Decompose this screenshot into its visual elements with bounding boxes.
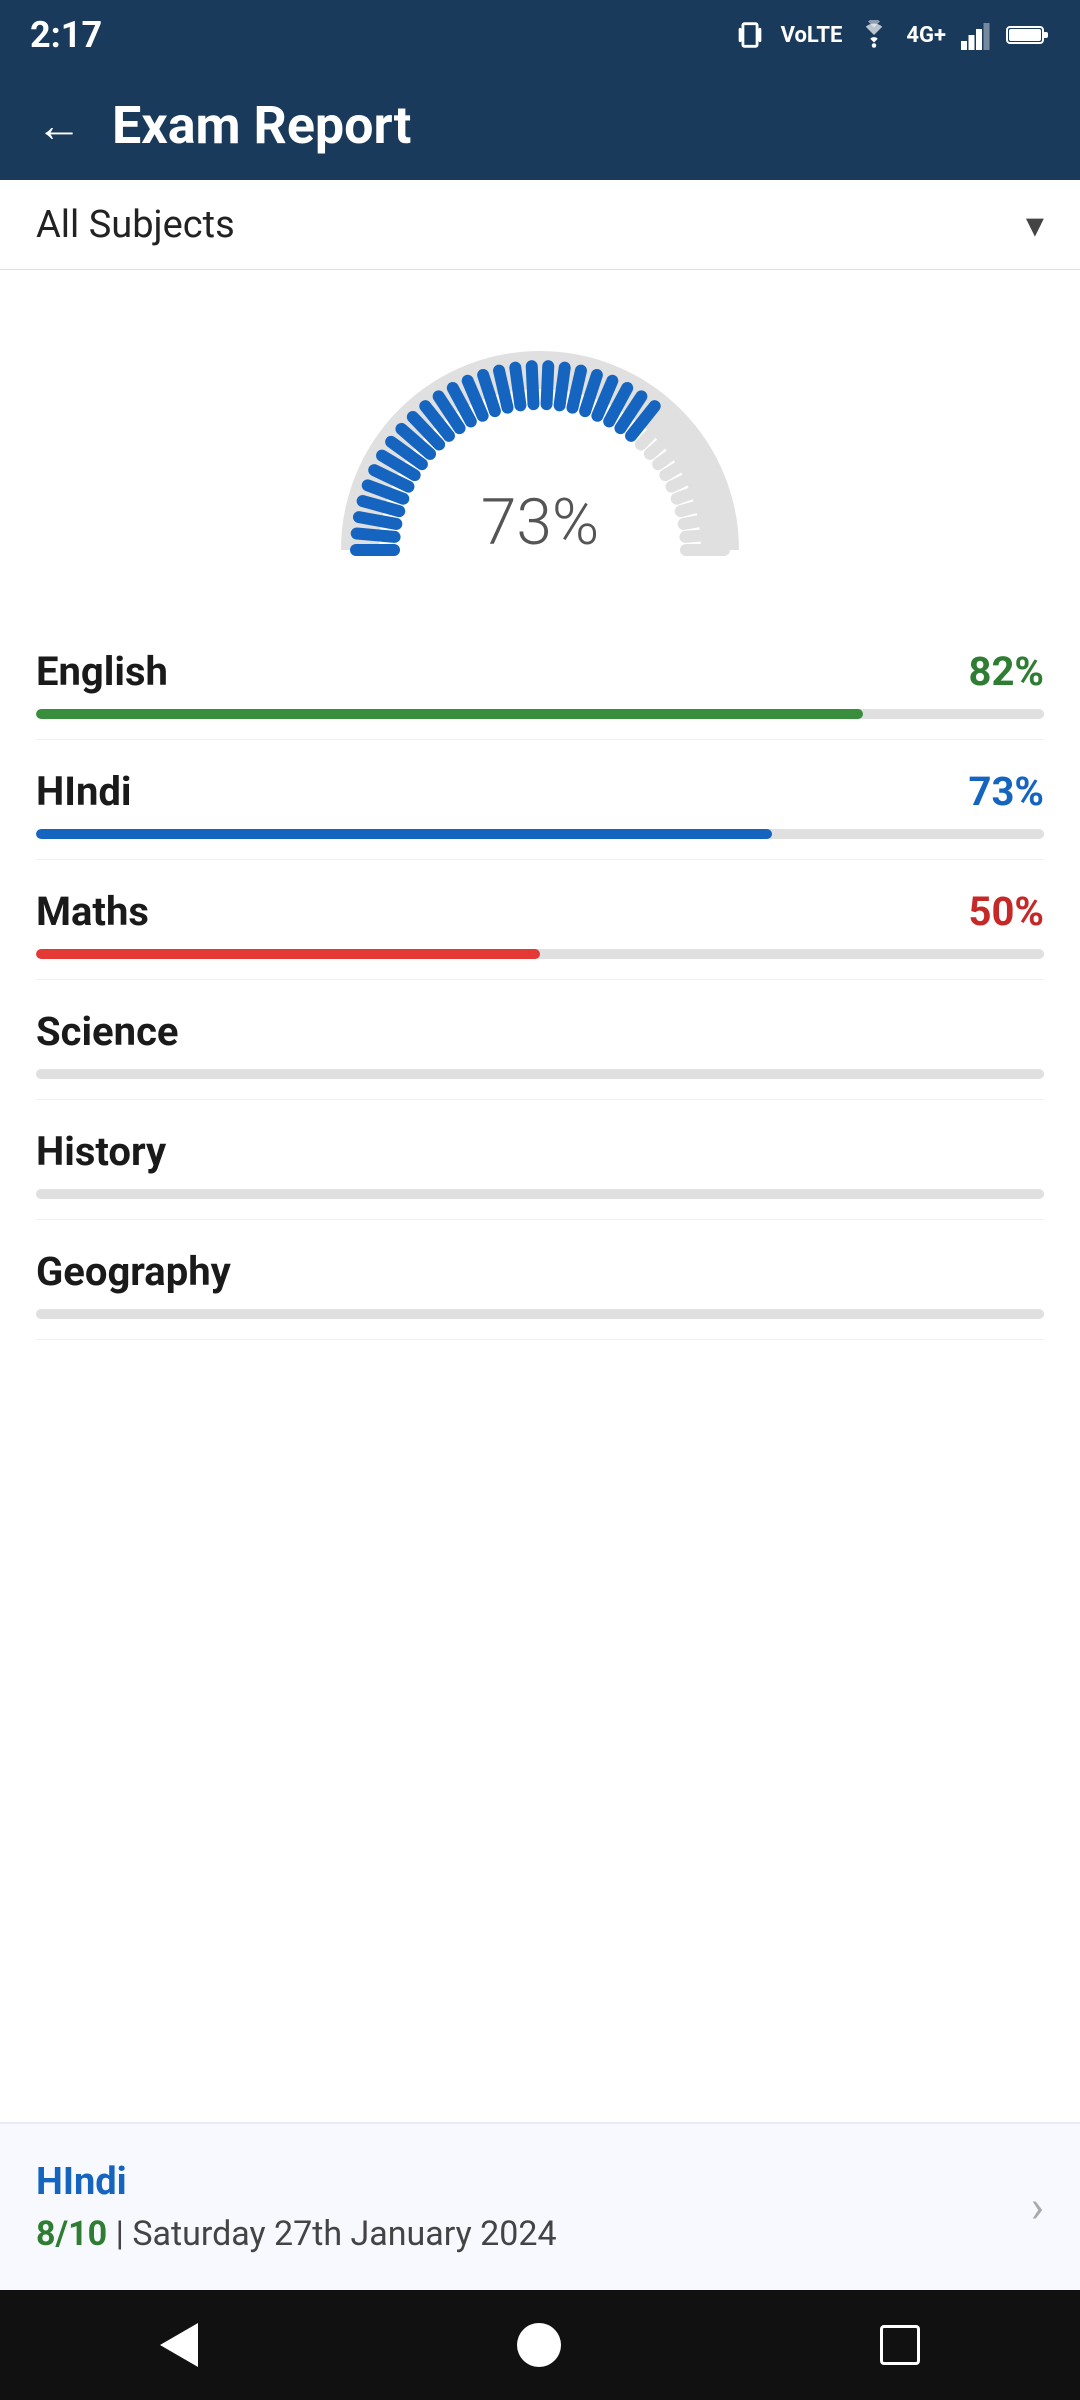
- subject-percent: 73%: [969, 768, 1044, 815]
- status-icons: VoLTE 4G+: [733, 18, 1050, 52]
- gauge-container: 73%: [320, 330, 760, 570]
- back-button[interactable]: ←: [36, 98, 82, 153]
- recent-exam-separator: |: [116, 2214, 133, 2254]
- progress-bar-bg: [36, 1309, 1044, 1319]
- progress-bar-fill: [36, 829, 772, 839]
- subject-header: HIndi 73%: [36, 768, 1044, 815]
- subject-name: Science: [36, 1008, 179, 1055]
- chevron-down-icon: ▾: [1026, 204, 1044, 246]
- page-title: Exam Report: [112, 95, 411, 156]
- recent-exam-score: 8/10: [36, 2214, 107, 2254]
- subject-header: Science: [36, 1008, 1044, 1055]
- subject-header: History: [36, 1128, 1044, 1175]
- subject-item: Science: [36, 980, 1044, 1100]
- recent-exam-subject: HIndi: [36, 2160, 557, 2204]
- subject-name: Geography: [36, 1248, 231, 1295]
- subject-name: English: [36, 648, 168, 695]
- wifi-icon: [856, 20, 892, 50]
- progress-bar-bg: [36, 829, 1044, 839]
- subject-name: HIndi: [36, 768, 131, 815]
- subject-item: HIndi 73%: [36, 740, 1044, 860]
- status-time: 2:17: [30, 14, 102, 56]
- volte-icon: VoLTE: [781, 23, 843, 48]
- progress-bar-bg: [36, 709, 1044, 719]
- vibrate-icon: [733, 18, 767, 52]
- progress-bar-fill: [36, 949, 540, 959]
- subject-percent: 82%: [969, 648, 1044, 695]
- progress-bar-bg: [36, 1189, 1044, 1199]
- subject-item: Geography: [36, 1220, 1044, 1340]
- progress-bar-fill: [36, 709, 863, 719]
- chevron-right-icon: ›: [1031, 2181, 1044, 2233]
- back-nav-icon: [160, 2323, 198, 2367]
- recents-nav-button[interactable]: [880, 2325, 920, 2365]
- subject-percent: 50%: [969, 888, 1044, 935]
- status-bar: 2:17 VoLTE 4G+: [0, 0, 1080, 70]
- subject-item: English 82%: [36, 620, 1044, 740]
- home-nav-icon: [517, 2323, 561, 2367]
- recent-exam-info: HIndi 8/10 | Saturday 27th January 2024: [36, 2160, 557, 2254]
- progress-bar-bg: [36, 1069, 1044, 1079]
- recent-exam-meta: 8/10 | Saturday 27th January 2024: [36, 2214, 557, 2254]
- recents-nav-icon: [880, 2325, 920, 2365]
- battery-icon: [1006, 21, 1050, 49]
- subject-dropdown-label: All Subjects: [36, 203, 235, 247]
- subject-header: Geography: [36, 1248, 1044, 1295]
- progress-bar-bg: [36, 949, 1044, 959]
- back-nav-button[interactable]: [160, 2323, 198, 2367]
- recent-exam-date: Saturday 27th January 2024: [132, 2214, 556, 2254]
- subject-dropdown[interactable]: All Subjects ▾: [0, 180, 1080, 270]
- subject-header: Maths 50%: [36, 888, 1044, 935]
- bottom-nav: [0, 2290, 1080, 2400]
- subject-item: Maths 50%: [36, 860, 1044, 980]
- subject-name: History: [36, 1128, 166, 1175]
- recent-exam-card[interactable]: HIndi 8/10 | Saturday 27th January 2024 …: [0, 2122, 1080, 2290]
- subject-header: English 82%: [36, 648, 1044, 695]
- subjects-list: English 82% HIndi 73% Maths 50% Science History…: [0, 600, 1080, 2112]
- gauge-section: 73%: [0, 270, 1080, 600]
- home-nav-button[interactable]: [517, 2323, 561, 2367]
- signal-icon: [960, 20, 992, 50]
- subject-name: Maths: [36, 888, 149, 935]
- gauge-percent: 73%: [481, 485, 599, 560]
- network-icon: 4G+: [906, 23, 946, 48]
- subject-item: History: [36, 1100, 1044, 1220]
- app-header: ← Exam Report: [0, 70, 1080, 180]
